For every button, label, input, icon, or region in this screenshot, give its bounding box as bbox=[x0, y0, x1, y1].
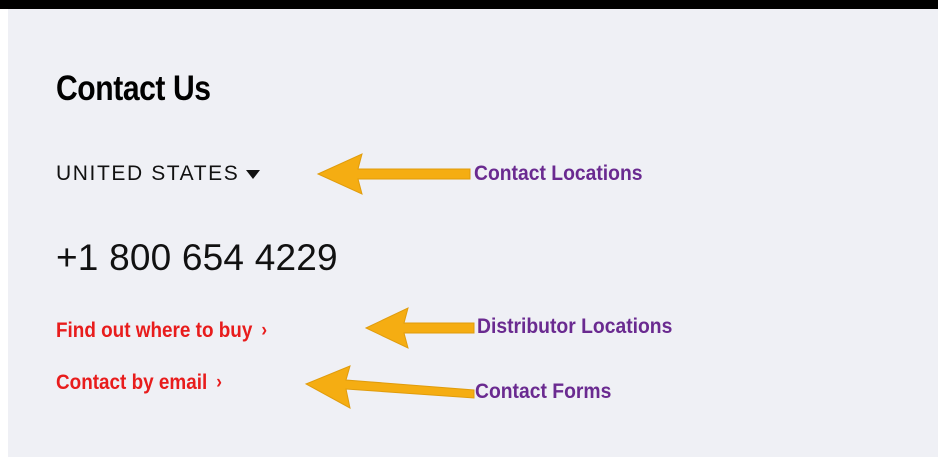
country-dropdown-label: UNITED STATES bbox=[56, 162, 240, 185]
find-where-to-buy-label: Find out where to buy bbox=[56, 319, 253, 342]
chevron-right-icon: › bbox=[261, 320, 268, 341]
left-arrow-icon bbox=[304, 365, 475, 409]
top-bar bbox=[0, 0, 938, 9]
country-dropdown[interactable]: UNITED STATES bbox=[56, 159, 261, 189]
annotation-distributor-locations: Distributor Locations bbox=[477, 315, 673, 338]
phone-number: +1 800 654 4229 bbox=[56, 237, 338, 278]
left-arrow-icon bbox=[364, 307, 475, 349]
contact-by-email-label: Contact by email bbox=[56, 371, 208, 394]
caret-down-icon bbox=[246, 169, 261, 179]
chevron-right-icon: › bbox=[216, 372, 222, 393]
page-title: Contact Us bbox=[56, 69, 211, 108]
left-arrow-icon bbox=[316, 153, 471, 195]
annotation-contact-locations: Contact Locations bbox=[474, 162, 643, 185]
annotation-contact-forms: Contact Forms bbox=[475, 380, 612, 403]
find-where-to-buy-link[interactable]: Find out where to buy › bbox=[56, 316, 267, 346]
contact-by-email-link[interactable]: Contact by email › bbox=[56, 368, 222, 398]
